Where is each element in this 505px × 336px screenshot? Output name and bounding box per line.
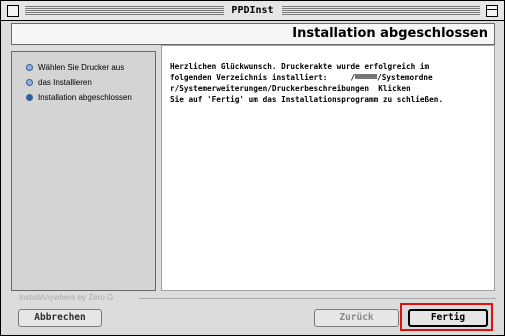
step-item-complete: Installation abgeschlossen <box>26 92 132 103</box>
message-line-3: r/Systemerweiterungen/Druckerbeschreibun… <box>170 84 411 93</box>
branding-text: InstallAnywhere by Zero G <box>19 294 118 302</box>
completion-message: Herzlichen Glückwunsch. Druckerakte wurd… <box>170 61 490 105</box>
back-button[interactable]: Zurück <box>314 309 399 327</box>
installer-window: PPDInst Installation abgeschlossen Wähle… <box>0 0 505 336</box>
close-box-icon[interactable] <box>7 5 19 17</box>
branding-divider: InstallAnywhere by Zero G <box>19 294 496 302</box>
collapse-box-icon[interactable] <box>486 5 498 17</box>
step-item-installing: das Installieren <box>26 77 92 88</box>
step-item-select-printer: Wählen Sie Drucker aus <box>26 62 124 73</box>
redacted-path-segment <box>355 74 378 79</box>
step-bullet-icon <box>26 79 33 86</box>
steps-panel: Wählen Sie Drucker aus das Installieren … <box>11 51 156 291</box>
message-line-4: Sie auf 'Fertig' um das Installationspro… <box>170 95 444 104</box>
title-bar[interactable]: PPDInst <box>1 1 504 21</box>
page-title: Installation abgeschlossen <box>292 26 488 41</box>
cancel-button[interactable]: Abbrechen <box>18 309 102 327</box>
step-header: Installation abgeschlossen <box>11 23 495 45</box>
finish-button[interactable]: Fertig <box>408 309 488 327</box>
window-title: PPDInst <box>223 2 282 19</box>
step-label: das Installieren <box>38 78 92 87</box>
message-panel: Herzlichen Glückwunsch. Druckerakte wurd… <box>161 45 495 291</box>
branding-rule <box>139 298 496 299</box>
step-label: Wählen Sie Drucker aus <box>38 63 125 72</box>
step-label: Installation abgeschlossen <box>38 93 132 102</box>
step-bullet-icon <box>26 64 33 71</box>
step-bullet-active-icon <box>26 94 33 101</box>
message-line-1: Herzlichen Glückwunsch. Druckerakte wurd… <box>170 62 430 71</box>
message-line-2b: /Systemordne <box>377 73 433 82</box>
message-line-2a: folgenden Verzeichnis installiert: / <box>170 73 356 82</box>
